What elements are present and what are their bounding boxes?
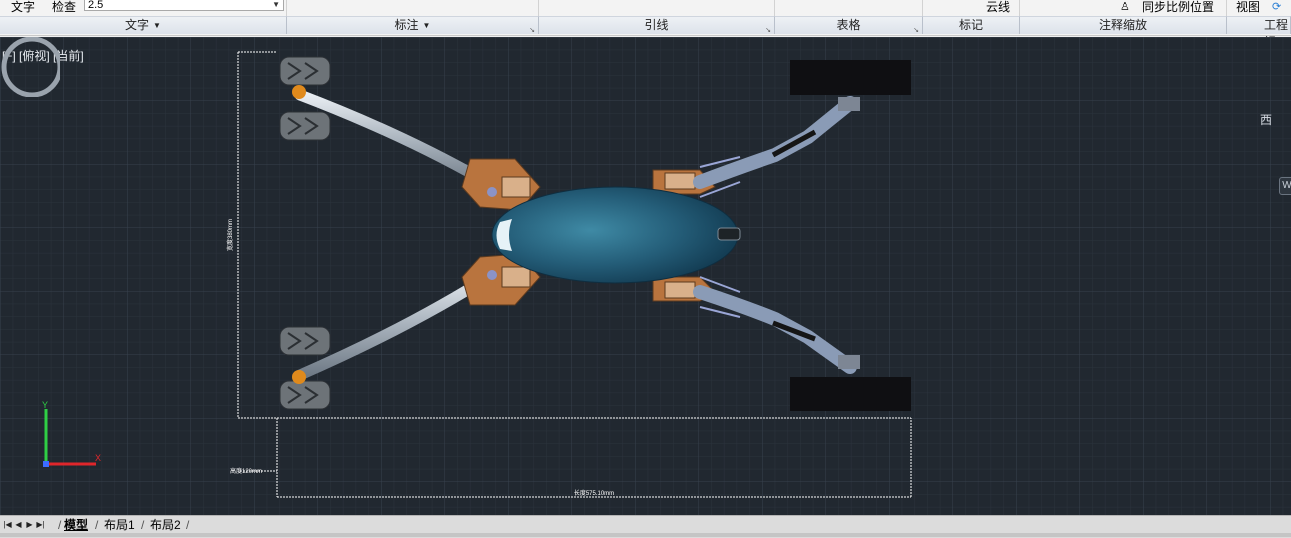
track-bottom xyxy=(790,377,911,411)
panel-label: 文字 xyxy=(125,18,150,32)
view-button[interactable]: 视图 xyxy=(1236,0,1260,16)
next-icon[interactable]: ▶ xyxy=(24,518,35,531)
panel-markup[interactable]: 标记 xyxy=(923,16,1020,34)
dim-length-text[interactable]: 长度575.10mm xyxy=(574,489,614,497)
compass-west-label[interactable]: 西 xyxy=(1260,111,1272,128)
sync-scale-icon[interactable]: ♙ xyxy=(1120,0,1130,16)
view-cube-compass[interactable] xyxy=(0,37,60,97)
chevron-down-icon: ▼ xyxy=(422,21,431,30)
ucs-y-label: Y xyxy=(42,400,48,410)
tab-separator: / xyxy=(58,518,62,532)
model-viewport[interactable]: 宽度380mm 高度120mm 长度575.10mm Y X [−] [俯视] … xyxy=(0,37,1291,515)
dim-width-text[interactable]: 宽度380mm xyxy=(226,219,234,251)
panel-dimension[interactable]: 标注 ▼ ↘ xyxy=(287,16,539,34)
drawing-canvas[interactable]: 宽度380mm 高度120mm 长度575.10mm Y X xyxy=(0,37,1291,515)
panel-label: 表格 xyxy=(836,18,861,32)
tab-separator: / xyxy=(141,518,145,532)
track-top xyxy=(790,60,911,95)
check-row-label[interactable]: 检查 xyxy=(52,0,76,16)
divider xyxy=(1226,0,1227,16)
divider xyxy=(538,0,539,16)
tab-separator: / xyxy=(186,518,190,532)
panel-drawing-views[interactable]: 工程视 xyxy=(1227,16,1291,49)
text-height-combo[interactable]: 2.5 ▼ xyxy=(84,0,284,11)
panel-label: 标注 xyxy=(394,18,419,32)
text-row-label[interactable]: 文字 xyxy=(11,0,35,16)
refresh-icon[interactable]: ⟳ xyxy=(1272,0,1281,16)
panel-label: 注释缩放 xyxy=(1098,18,1147,32)
panel-label: 引线 xyxy=(644,18,669,32)
divider xyxy=(774,0,775,16)
panel-table[interactable]: 表格 ↘ xyxy=(775,16,923,34)
wcs-button[interactable]: W xyxy=(1279,177,1291,195)
horizontal-scrollbar[interactable] xyxy=(0,533,1291,537)
tab-navigation: |◀ ◀ ▶ ▶| xyxy=(2,518,46,532)
ribbon: 文字 检查 2.5 ▼ 云线 ♙ 同步比例位置 视图 ⟳ 文字 ▼ 标注 ▼ ↘ 引… xyxy=(0,0,1291,49)
dim-height-text[interactable]: 高度120mm xyxy=(230,467,262,475)
panel-label: 标记 xyxy=(958,18,983,32)
prev-icon[interactable]: ◀ xyxy=(13,518,24,531)
tab-layout2[interactable]: 布局2 xyxy=(150,517,181,533)
divider xyxy=(286,0,287,16)
chevron-down-icon: ▼ xyxy=(153,21,161,30)
sync-scale-button[interactable]: 同步比例位置 xyxy=(1142,0,1214,16)
last-icon[interactable]: ▶| xyxy=(35,518,46,531)
panel-text[interactable]: 文字 ▼ xyxy=(0,16,287,34)
tab-separator: / xyxy=(95,518,99,532)
tab-layout1[interactable]: 布局1 xyxy=(104,517,135,533)
panel-leader[interactable]: 引线 ↘ xyxy=(539,16,775,34)
ucs-x-label: X xyxy=(95,453,101,463)
first-icon[interactable]: |◀ xyxy=(2,518,13,531)
divider xyxy=(1019,0,1020,16)
panel-annotation-scaling[interactable]: 注释缩放 xyxy=(1020,16,1227,34)
tab-model[interactable]: 模型 xyxy=(64,517,88,533)
revcloud-button[interactable]: 云线 xyxy=(986,0,1010,16)
chevron-down-icon[interactable]: ▼ xyxy=(272,0,280,10)
text-height-value: 2.5 xyxy=(88,0,104,11)
hull-tail xyxy=(717,227,741,241)
divider xyxy=(922,0,923,16)
hull-body xyxy=(491,186,739,284)
